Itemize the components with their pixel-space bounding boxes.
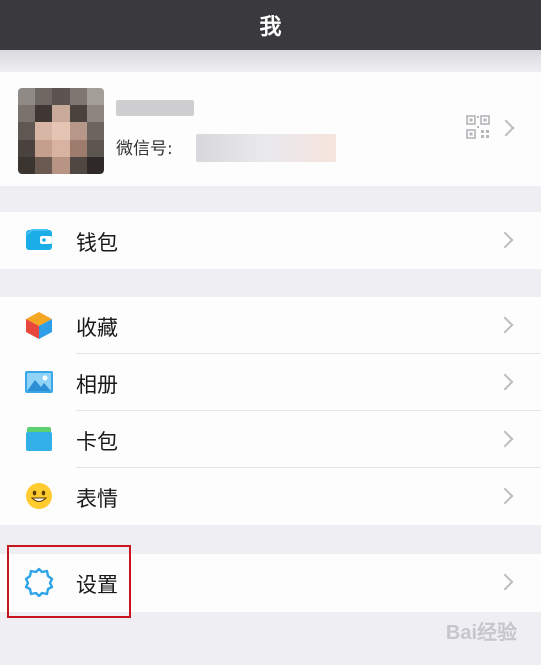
avatar[interactable] [18,88,104,174]
favorites-cube-icon [26,312,52,339]
wallet-icon [25,229,52,250]
menu-item-wallet[interactable]: 钱包 [0,212,541,269]
menu-item-label: 钱包 [76,231,118,255]
tools-section: 收藏 相册 卡包 表情 [0,297,541,525]
watermark: Bai经验 [446,616,517,645]
menu-item-label: 表情 [76,487,118,511]
wechat-id-label: 微信号: [116,139,173,159]
nickname-redacted [116,100,194,116]
chevron-right-icon [497,119,515,137]
menu-item-card-pack[interactable]: 卡包 [0,411,541,468]
menu-item-stickers[interactable]: 表情 [0,468,541,525]
page-title: 我 [259,15,282,40]
title-bar: 我 [0,0,541,50]
wechat-id-redacted [196,134,336,162]
chevron-right-icon [496,316,514,334]
qr-code-icon[interactable] [466,115,490,139]
chevron-right-icon [496,573,514,591]
sticker-smiley-icon [26,483,52,509]
highlight-box [7,545,131,618]
menu-item-label: 收藏 [76,316,118,340]
menu-item-label: 相册 [76,373,118,397]
profile-card[interactable] [0,72,541,186]
album-icon [25,371,53,393]
wallet-section: 钱包 [0,212,541,269]
watermark-text: Bai经验 [445,622,517,644]
menu-item-favorites[interactable]: 收藏 [0,297,541,354]
menu-item-label: 卡包 [76,430,118,454]
menu-item-album[interactable]: 相册 [0,354,541,411]
chevron-right-icon [496,430,514,448]
header-shadow [0,50,541,72]
chevron-right-icon [496,487,514,505]
card-pack-icon [26,427,52,451]
chevron-right-icon [496,373,514,391]
chevron-right-icon [496,231,514,249]
